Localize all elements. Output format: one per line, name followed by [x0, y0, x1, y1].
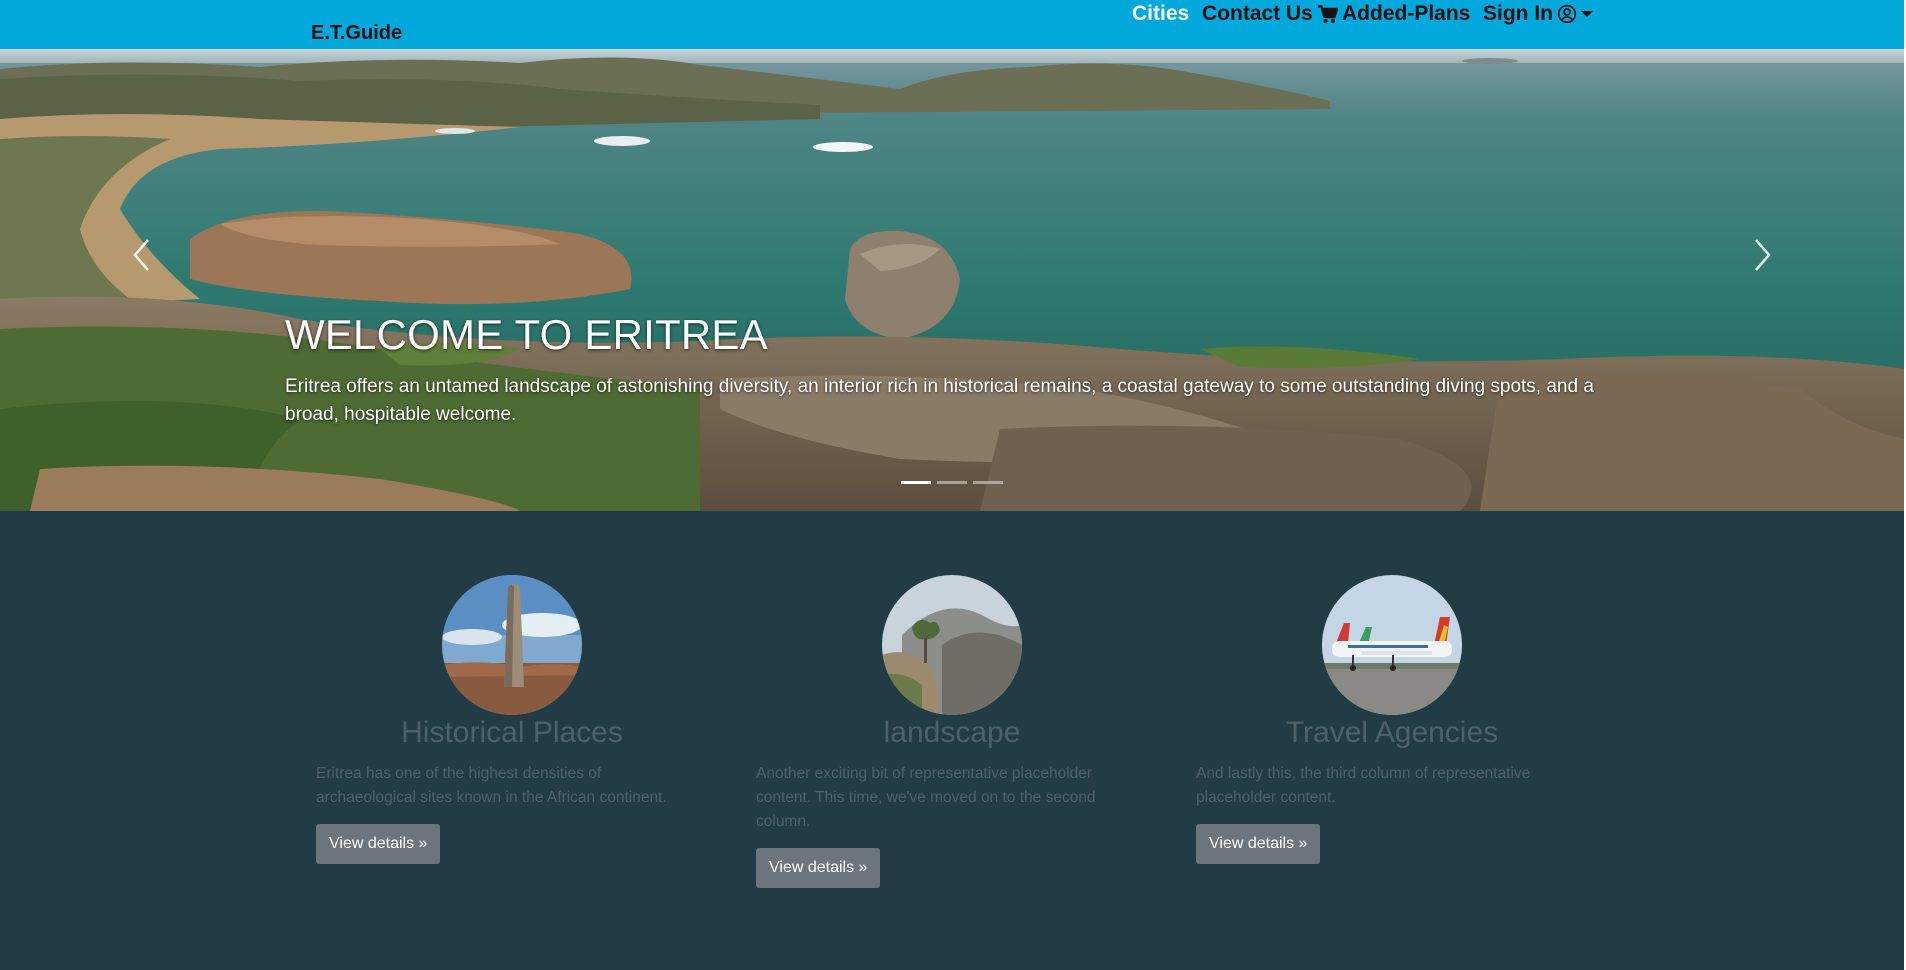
- navbar: E.T.Guide Cities Contact Us Added-Plans …: [0, 0, 1906, 49]
- feature-text: Eritrea has one of the highest densities…: [316, 765, 667, 806]
- carousel-text: Eritrea offers an untamed landscape of a…: [285, 376, 1594, 425]
- carousel-caption: WELCOME TO ERITREA Eritrea offers an unt…: [285, 311, 1625, 429]
- user-circle-icon: [1557, 4, 1577, 24]
- feature-title: landscape: [883, 716, 1021, 749]
- carousel-indicator-3[interactable]: [973, 481, 1003, 484]
- view-details-button[interactable]: View details »: [756, 848, 881, 888]
- carousel-indicator-2[interactable]: [937, 481, 967, 484]
- nav-added-plans-label: Added-Plans: [1342, 2, 1471, 25]
- caret-down-icon: [1581, 10, 1593, 18]
- feature-title: Travel Agencies: [1285, 716, 1499, 749]
- features-section: Historical Places Eritrea has one of the…: [0, 511, 1906, 970]
- carousel-next-button[interactable]: [1746, 237, 1776, 273]
- chevron-right-icon: [1746, 239, 1776, 277]
- carousel-title: WELCOME TO ERITREA: [285, 311, 768, 358]
- view-details-button[interactable]: View details »: [316, 824, 441, 864]
- hero-background-image: [0, 49, 1906, 511]
- chevron-left-icon: [128, 239, 158, 277]
- nav-sign-in-dropdown[interactable]: Sign In: [1483, 2, 1593, 26]
- mountain-tree-photo: [882, 575, 1022, 715]
- cart-icon: [1318, 4, 1338, 24]
- carousel-indicators: [901, 481, 1003, 484]
- nav-sign-in-label: Sign In: [1483, 2, 1553, 25]
- hero-carousel: WELCOME TO ERITREA Eritrea offers an unt…: [0, 49, 1906, 511]
- nav-contact-us[interactable]: Contact Us: [1202, 2, 1313, 26]
- view-details-button[interactable]: View details »: [1196, 824, 1321, 864]
- page: E.T.Guide Cities Contact Us Added-Plans …: [0, 0, 1906, 970]
- carousel-indicator-1[interactable]: [901, 481, 931, 484]
- feature-title: Historical Places: [401, 716, 623, 749]
- feature-text: And lastly this, the third column of rep…: [1196, 765, 1531, 806]
- feature-text: Another exciting bit of representative p…: [756, 765, 1096, 830]
- brand-logo[interactable]: E.T.Guide: [311, 22, 402, 45]
- obelisk-photo: [442, 575, 582, 715]
- carousel-prev-button[interactable]: [128, 237, 158, 273]
- nav-cities[interactable]: Cities: [1132, 2, 1189, 26]
- airplanes-photo: [1322, 575, 1462, 715]
- nav-added-plans[interactable]: Added-Plans: [1318, 2, 1470, 26]
